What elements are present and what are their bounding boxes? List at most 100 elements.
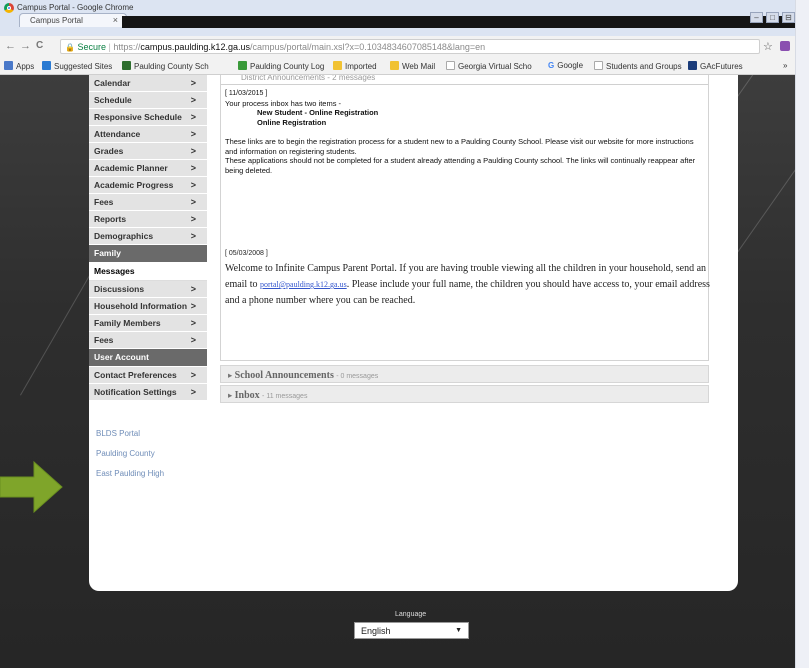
sidebar-item-reports[interactable]: Reports >: [89, 211, 207, 228]
message-text: Welcome to Infinite Campus Parent Portal…: [225, 263, 710, 306]
section-title: Inbox: [234, 390, 260, 401]
sidebar-item-academic-planner[interactable]: Academic Planner >: [89, 160, 207, 177]
district-announcements-header[interactable]: District Announcements - 2 messages: [221, 75, 708, 85]
url-host: campus.paulding.k12.ga.us: [140, 42, 250, 52]
email-link[interactable]: portal@paulding.k12.ga.us: [260, 280, 347, 289]
sidebar-item-contact-preferences[interactable]: Contact Preferences >: [89, 367, 207, 384]
link-blds-portal[interactable]: BLDS Portal: [96, 429, 207, 438]
language-selected: English: [361, 626, 391, 636]
page-icon: [446, 61, 455, 70]
bookmark-star-icon[interactable]: ☆: [763, 40, 773, 53]
chrome-icon: [4, 3, 14, 13]
bookmarks-overflow[interactable]: »: [783, 61, 787, 70]
sidebar-item-messages[interactable]: Messages: [89, 263, 207, 281]
chevron-right-icon: >: [190, 163, 196, 173]
minimize-button[interactable]: –: [750, 12, 763, 23]
bookmark-gacfutures[interactable]: GAcFutures: [688, 61, 743, 71]
language-label: Language: [395, 611, 427, 618]
inbox-section[interactable]: ▸ Inbox - 11 messages: [220, 385, 709, 403]
chevron-right-icon: >: [190, 231, 196, 241]
sidebar-item-family-fees[interactable]: Fees >: [89, 332, 207, 349]
reload-icon[interactable]: C: [36, 40, 43, 51]
secure-label: Secure: [77, 42, 107, 52]
folder-icon: [390, 61, 399, 70]
registration-link[interactable]: Online Registration: [225, 118, 708, 128]
title-bar: Campus Portal - Google Chrome Campus Por…: [0, 0, 802, 37]
sidebar-item-discussions[interactable]: Discussions >: [89, 281, 207, 298]
chevron-right-icon: >: [190, 387, 196, 397]
bookmark-georgia-virtual[interactable]: Georgia Virtual Scho: [446, 61, 532, 71]
maximize-button[interactable]: □: [766, 12, 779, 23]
chevron-right-icon: >: [190, 180, 196, 190]
sidebar-item-fees[interactable]: Fees >: [89, 194, 207, 211]
window-controls: – □ ⊟: [747, 12, 795, 23]
tab-close-icon[interactable]: ×: [113, 15, 118, 25]
bookmark-google[interactable]: G Google: [548, 61, 583, 70]
sidebar-item-schedule[interactable]: Schedule >: [89, 92, 207, 109]
sidebar-header-family: Family: [89, 245, 207, 263]
sidebar-item-attendance[interactable]: Attendance >: [89, 126, 207, 143]
tab-title: Campus Portal: [30, 16, 83, 25]
chevron-right-icon: >: [190, 370, 196, 380]
section-title: School Announcements: [234, 370, 334, 381]
forward-icon[interactable]: →: [20, 40, 31, 52]
sidebar-item-responsive-schedule[interactable]: Responsive Schedule >: [89, 109, 207, 126]
chevron-right-icon: >: [190, 197, 196, 207]
message-count: - 11 messages: [262, 393, 308, 400]
message-date: [ 05/03/2008 ]: [225, 250, 268, 257]
link-paulding-county[interactable]: Paulding County: [96, 449, 207, 458]
url-scheme: https://: [113, 42, 141, 52]
message-text: These links are to begin the registratio…: [225, 137, 694, 156]
bookmark-imported[interactable]: Imported: [333, 61, 377, 71]
close-button[interactable]: ⊟: [782, 12, 795, 23]
sidebar-links: BLDS Portal Paulding County East Pauldin…: [89, 429, 207, 478]
announcement-message: [ 11/03/2015 ] Your process inbox has tw…: [221, 85, 708, 175]
link-east-paulding-high[interactable]: East Paulding High: [96, 469, 207, 478]
back-icon[interactable]: ←: [5, 40, 16, 52]
browser-window: Campus Portal - Google Chrome Campus Por…: [0, 0, 802, 668]
url-path: /campus/portal/main.xsl?x=0.103483460708…: [249, 42, 486, 52]
chevron-right-icon: >: [190, 318, 196, 328]
bookmark-students-groups[interactable]: Students and Groups: [594, 61, 682, 71]
paulding-school-icon: [122, 61, 131, 70]
sidebar-item-household-information[interactable]: Household Information >: [89, 298, 207, 315]
sidebar-item-academic-progress[interactable]: Academic Progress >: [89, 177, 207, 194]
message-count: - 0 messages: [336, 373, 379, 380]
bookmarks-bar: Apps Suggested Sites Paulding County Sch…: [0, 58, 795, 75]
bookmark-web-mail[interactable]: Web Mail: [390, 61, 435, 71]
address-bar[interactable]: 🔒 Secure | https://campus.paulding.k12.g…: [60, 39, 760, 54]
message-date: [ 11/03/2015 ]: [225, 90, 268, 97]
portal-card: Calendar > Schedule > Responsive Schedule >…: [89, 75, 738, 591]
messages-content: District Announcements - 2 messages [ 11…: [220, 75, 711, 403]
sidebar-item-family-members[interactable]: Family Members >: [89, 315, 207, 332]
extension-icon[interactable]: [780, 41, 790, 51]
paulding-log-icon: [238, 61, 247, 70]
announcement-message: [ 05/03/2008 ] Welcome to Infinite Campu…: [225, 250, 711, 309]
chevron-right-icon: >: [190, 214, 196, 224]
page-icon: [594, 61, 603, 70]
desktop-scrollbar[interactable]: [795, 0, 809, 668]
bookmark-paulding-county-sch[interactable]: Paulding County Sch: [122, 61, 209, 71]
chevron-right-icon: ▸: [228, 390, 233, 400]
bookmark-paulding-county-log[interactable]: Paulding County Log: [238, 61, 324, 71]
window-title: Campus Portal - Google Chrome: [17, 3, 134, 12]
sidebar-item-calendar[interactable]: Calendar >: [89, 75, 207, 92]
registration-link[interactable]: New Student - Online Registration: [225, 108, 708, 118]
sidebar-item-demographics[interactable]: Demographics >: [89, 228, 207, 245]
dropdown-caret-icon: ▼: [455, 627, 462, 634]
lock-icon: 🔒: [65, 43, 75, 52]
bookmark-suggested-sites[interactable]: Suggested Sites: [42, 61, 112, 71]
school-announcements-section[interactable]: ▸ School Announcements - 0 messages: [220, 365, 709, 383]
sidebar-item-grades[interactable]: Grades >: [89, 143, 207, 160]
chevron-right-icon: >: [190, 284, 196, 294]
chevron-right-icon: >: [190, 146, 196, 156]
browser-tab[interactable]: Campus Portal ×: [19, 13, 127, 27]
sidebar-item-notification-settings[interactable]: Notification Settings >: [89, 384, 207, 401]
sidebar-header-user-account: User Account: [89, 349, 207, 367]
chevron-right-icon: >: [190, 301, 196, 311]
browser-toolbar: ← → C 🔒 Secure | https://campus.paulding…: [0, 36, 795, 59]
tab-strip: [122, 16, 802, 28]
chevron-right-icon: >: [190, 129, 196, 139]
language-select[interactable]: English ▼: [354, 622, 469, 639]
bookmark-apps[interactable]: Apps: [4, 61, 34, 71]
